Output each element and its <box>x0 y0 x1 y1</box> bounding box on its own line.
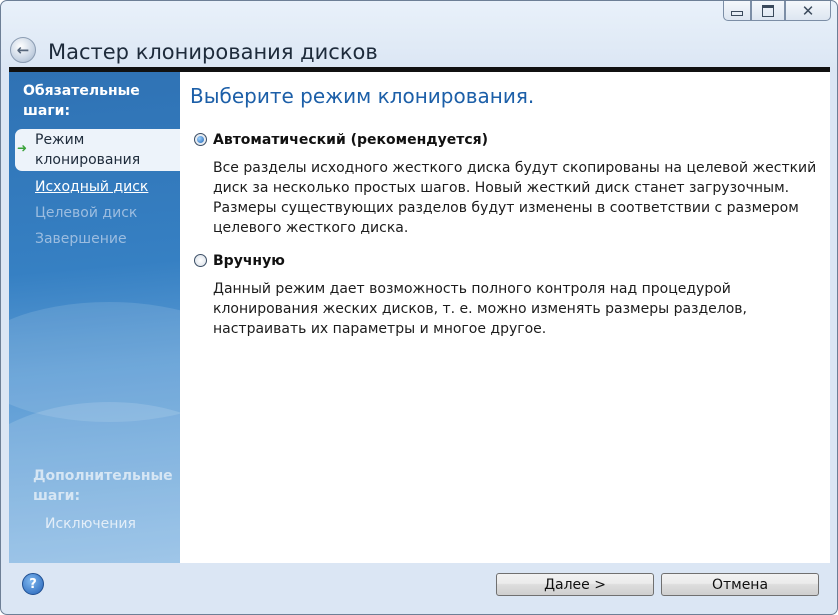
cancel-button[interactable]: Отмена <box>661 573 819 596</box>
maximize-button[interactable] <box>751 1 785 21</box>
minimize-button[interactable] <box>723 1 751 21</box>
window-title: Мастер клонирования дисков <box>48 40 378 64</box>
automatic-radio[interactable] <box>194 133 207 146</box>
step-label: Режим клонирования <box>35 132 141 168</box>
manual-label[interactable]: Вручную <box>213 253 285 269</box>
manual-description: Данный режим дает возможность полного ко… <box>213 281 748 337</box>
manual-radio[interactable] <box>194 254 207 267</box>
step-exclusions: Исключения <box>45 516 136 532</box>
next-button[interactable]: Далее > <box>496 573 654 596</box>
minimize-icon <box>731 11 743 16</box>
step-source-disk[interactable]: Исходный диск <box>35 177 148 197</box>
current-step-arrow-icon: ➜ <box>17 141 28 155</box>
page-heading: Выберите режим клонирования. <box>190 84 535 108</box>
required-steps-heading: Обязательные шаги: <box>23 83 140 119</box>
maximize-icon <box>762 4 774 17</box>
close-icon: ✕ <box>801 1 815 20</box>
automatic-description: Все разделы исходного жесткого диска буд… <box>213 160 817 236</box>
help-icon[interactable]: ? <box>22 573 44 595</box>
back-button[interactable]: ← <box>10 37 36 63</box>
wizard-content: Обязательные шаги: ➜ Режим клонирования … <box>9 72 830 563</box>
main-panel: Выберите режим клонирования. Автоматичес… <box>180 72 830 563</box>
steps-sidebar: Обязательные шаги: ➜ Режим клонирования … <box>9 72 180 563</box>
optional-steps-heading: Дополнительные шаги: <box>33 468 173 504</box>
step-finish: Завершение <box>35 231 127 247</box>
automatic-label[interactable]: Автоматический (рекомендуется) <box>213 132 488 148</box>
wizard-footer: ? Далее > Отмена <box>1 563 837 614</box>
title-bar: ← Мастер клонирования дисков <box>1 31 837 69</box>
close-button[interactable]: ✕ <box>785 1 831 21</box>
wizard-window: ✕ ← Мастер клонирования дисков Обязатель… <box>0 0 838 615</box>
step-target-disk: Целевой диск <box>35 205 138 221</box>
back-arrow-icon: ← <box>16 41 30 59</box>
step-clone-mode: ➜ Режим клонирования <box>15 129 180 171</box>
caption-controls: ✕ <box>723 1 831 21</box>
